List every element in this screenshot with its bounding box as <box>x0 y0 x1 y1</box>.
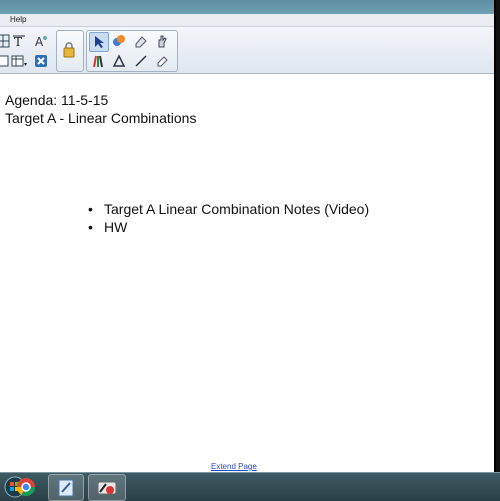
list-item: HW <box>88 218 369 236</box>
font-icon[interactable]: A <box>32 32 50 50</box>
chrome-icon[interactable] <box>12 474 40 499</box>
menu-bar: Help <box>0 14 494 27</box>
select-arrow-icon[interactable] <box>89 32 109 52</box>
svg-text:T: T <box>14 35 22 48</box>
toolbar: T A <box>0 27 494 74</box>
list-item: Target A Linear Combination Notes (Video… <box>88 200 369 218</box>
delete-icon[interactable] <box>32 52 50 70</box>
eraser-icon[interactable] <box>132 32 150 50</box>
table-icon[interactable] <box>10 52 28 70</box>
notebook-app-icon[interactable] <box>48 474 84 501</box>
app-window: Help T A Agenda: 11-5-15 Target A - Line… <box>0 0 494 472</box>
extend-page-link[interactable]: Extend Page <box>211 462 257 471</box>
menu-help[interactable]: Help <box>10 15 26 24</box>
agenda-target: Target A - Linear Combinations <box>5 110 197 126</box>
fill-icon[interactable] <box>110 32 128 50</box>
smart-board-tools-icon[interactable] <box>88 474 126 501</box>
shape-icon[interactable] <box>110 52 128 70</box>
screen-edge-right <box>496 0 500 500</box>
whiteboard-page[interactable]: Agenda: 11-5-15 Target A - Linear Combin… <box>0 74 494 472</box>
pens-icon[interactable] <box>89 52 107 70</box>
text-icon[interactable]: T <box>10 32 28 50</box>
svg-text:A: A <box>35 35 44 48</box>
agenda-list: Target A Linear Combination Notes (Video… <box>88 200 369 236</box>
taskbar <box>0 472 500 501</box>
agenda-date: Agenda: 11-5-15 <box>5 92 109 108</box>
line-icon[interactable] <box>132 52 150 70</box>
agenda-heading: Agenda: 11-5-15 Target A - Linear Combin… <box>5 91 196 127</box>
title-bar <box>0 0 494 14</box>
hand-icon[interactable] <box>153 32 171 50</box>
eraser2-icon[interactable] <box>153 52 171 70</box>
lock-icon[interactable] <box>60 41 78 59</box>
